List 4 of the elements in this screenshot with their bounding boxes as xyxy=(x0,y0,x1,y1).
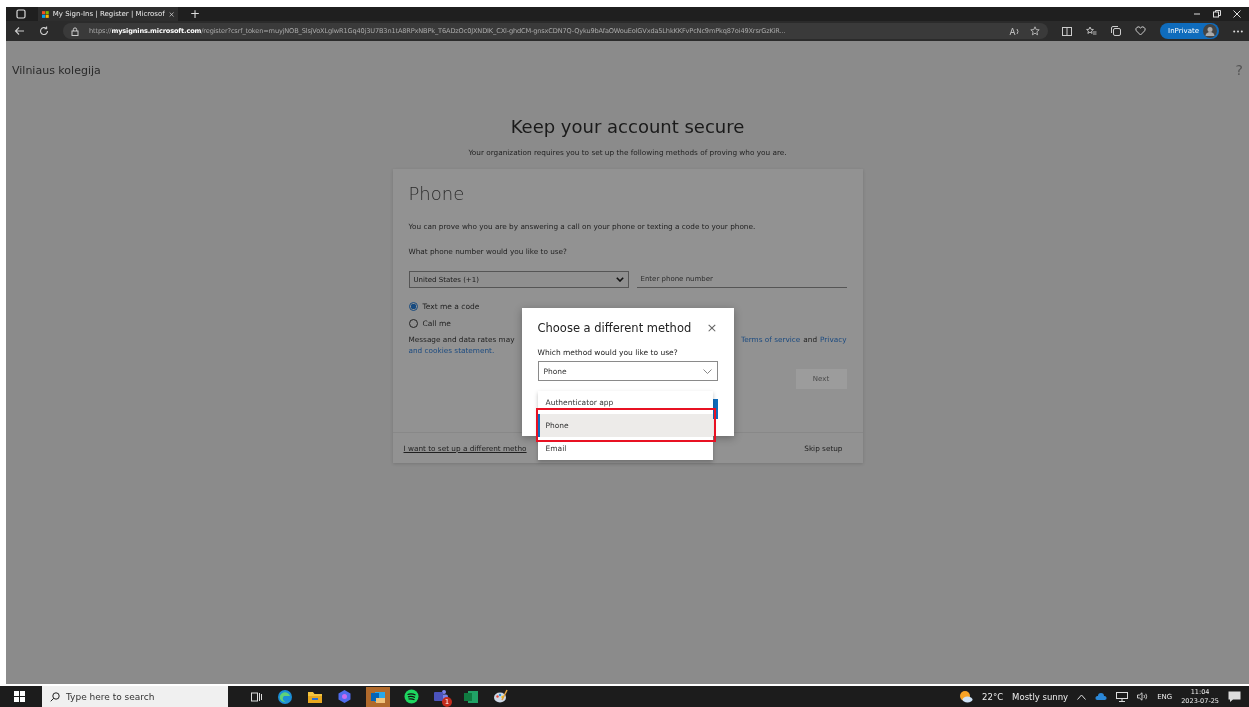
method-heading: Phone xyxy=(408,183,466,204)
organization-name: Vilniaus kolegija xyxy=(12,63,101,77)
dialog-title: Choose a different method xyxy=(537,320,692,335)
page-title: Keep your account secure xyxy=(510,116,745,137)
